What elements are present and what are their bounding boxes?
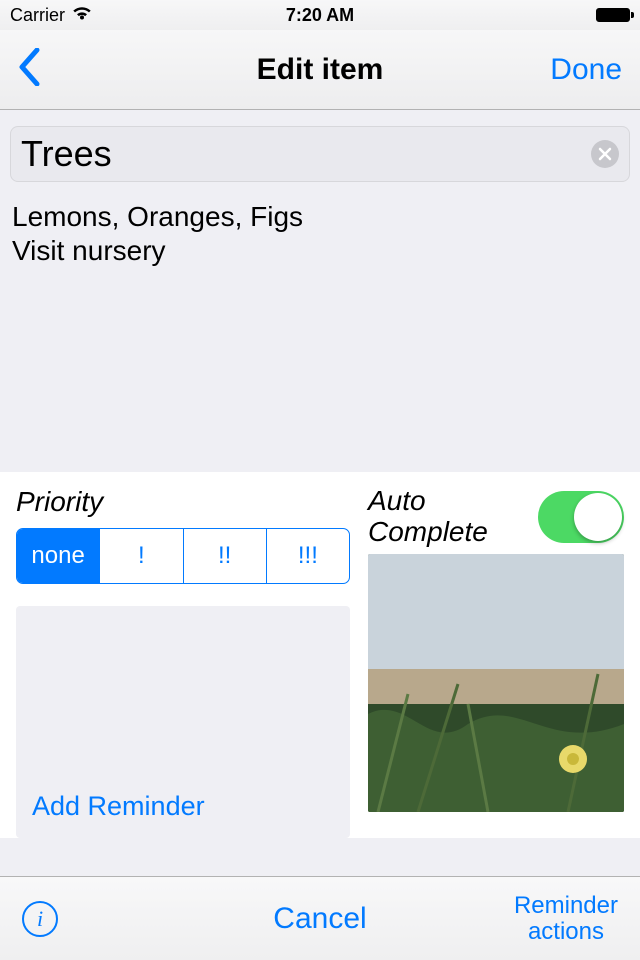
- priority-label: Priority: [16, 486, 350, 518]
- switch-knob: [574, 493, 622, 541]
- autocomplete-switch[interactable]: [538, 491, 624, 543]
- priority-low[interactable]: !: [100, 529, 183, 583]
- lower-panel: Priority none ! !! !!! Add Reminder Auto…: [0, 472, 640, 838]
- status-bar: Carrier 7:20 AM: [0, 0, 640, 30]
- priority-segmented: none ! !! !!!: [16, 528, 350, 584]
- title-field-wrapper: [10, 126, 630, 182]
- page-title: Edit item: [0, 53, 640, 87]
- clear-title-button[interactable]: [591, 140, 619, 168]
- reminder-actions-button[interactable]: Reminderactions: [514, 893, 618, 943]
- item-image[interactable]: [368, 554, 624, 812]
- autocomplete-row: AutoComplete: [368, 486, 624, 548]
- done-button[interactable]: Done: [550, 53, 622, 87]
- clock: 7:20 AM: [0, 5, 640, 26]
- add-reminder-button[interactable]: Add Reminder: [32, 791, 205, 822]
- title-input[interactable]: [21, 133, 591, 175]
- priority-high[interactable]: !!!: [267, 529, 349, 583]
- priority-none[interactable]: none: [17, 529, 100, 583]
- notes-area[interactable]: Lemons, Oranges, Figs Visit nursery: [0, 192, 640, 472]
- autocomplete-label: AutoComplete: [368, 486, 488, 548]
- reminder-box[interactable]: Add Reminder: [16, 606, 350, 838]
- notes-text: Lemons, Oranges, Figs Visit nursery: [12, 200, 628, 267]
- priority-medium[interactable]: !!: [184, 529, 267, 583]
- battery-icon: [596, 8, 630, 22]
- bottom-toolbar: i Cancel Reminderactions: [0, 876, 640, 960]
- content-area: Lemons, Oranges, Figs Visit nursery: [0, 126, 640, 472]
- nav-bar: Edit item Done: [0, 30, 640, 110]
